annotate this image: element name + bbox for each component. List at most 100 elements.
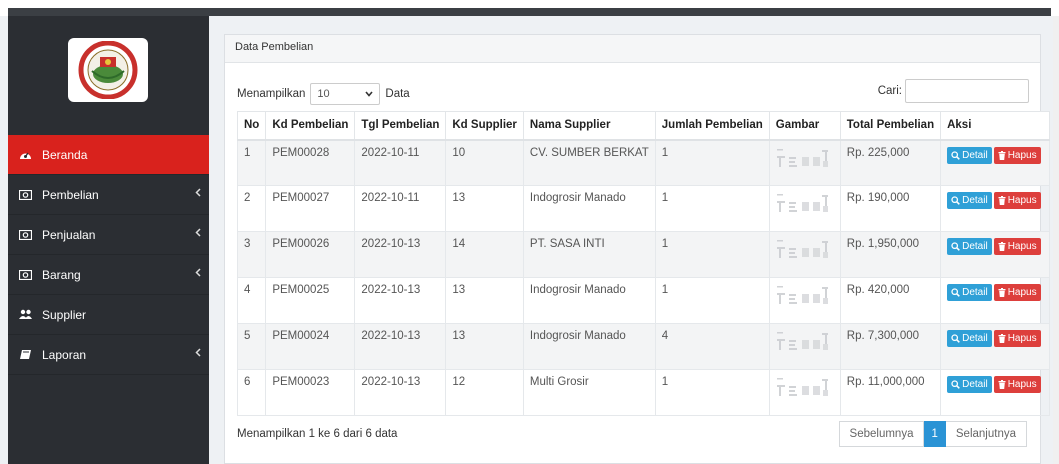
sidebar-item-label: Pembelian	[42, 187, 99, 202]
page-scrollbar[interactable]	[1053, 16, 1059, 464]
detail-button-label: Detail	[962, 287, 988, 298]
sidebar-item-beranda[interactable]: Beranda	[8, 135, 209, 175]
header-strip	[8, 8, 1051, 16]
delete-button[interactable]: Hapus	[993, 192, 1041, 209]
delete-button[interactable]: Hapus	[993, 146, 1041, 164]
detail-button-label: Detail	[962, 379, 988, 390]
delete-button-label: Hapus	[1007, 241, 1037, 252]
cell-nama: PT. SASA INTI	[522, 231, 656, 278]
cell-gambar	[768, 369, 841, 416]
sidebar: Beranda Pembelian Penjualan Barang Supplier L…	[8, 16, 209, 464]
cell-jumlah: 1	[654, 369, 770, 416]
table-row: 2 PEM00027 2022-10-11 13 Indogrosir Manado 1 R…	[236, 185, 1050, 232]
product-image-thumbnail[interactable]	[776, 238, 834, 264]
delete-button[interactable]: Hapus	[993, 376, 1041, 393]
delete-button[interactable]: Hapus	[993, 238, 1041, 255]
pagination-page-1[interactable]: 1	[924, 421, 946, 447]
cell-gambar	[768, 185, 841, 232]
logo-emblem	[78, 41, 138, 99]
column-header[interactable]: Total Pembelian	[839, 111, 942, 141]
sidebar-item-label: Penjualan	[42, 227, 96, 242]
cell-aksi: Detail Hapus	[940, 139, 1050, 186]
sidebar-item-penjualan[interactable]: Penjualan	[8, 215, 209, 255]
column-header[interactable]: Nama Supplier	[522, 111, 656, 141]
product-image-thumbnail[interactable]	[776, 147, 834, 173]
search-icon	[951, 150, 960, 160]
cell-kd: PEM00027	[265, 185, 356, 232]
cell-total: Rp. 1,950,000	[839, 231, 942, 278]
cell-gambar	[768, 139, 841, 186]
sidebar-item-supplier[interactable]: Supplier	[8, 295, 209, 335]
trash-icon	[998, 380, 1006, 389]
dashboard-icon	[18, 149, 32, 161]
cell-kd: PEM00024	[265, 323, 356, 370]
pagination-prev[interactable]: Sebelumnya	[838, 421, 925, 447]
detail-button-label: Detail	[962, 195, 988, 206]
sidebar-item-label: Laporan	[42, 347, 87, 362]
cell-jumlah: 4	[654, 323, 770, 370]
detail-button[interactable]: Detail	[947, 238, 992, 255]
cell-no: 1	[236, 139, 267, 186]
page-length-value: 10	[317, 88, 330, 100]
table-info: Menampilkan 1 ke 6 dari 6 data	[237, 428, 398, 440]
product-image-thumbnail[interactable]	[776, 376, 834, 402]
cell-total: Rp. 7,300,000	[839, 323, 942, 370]
column-header[interactable]: Tgl Pembelian	[354, 111, 447, 141]
search-control: Cari:	[878, 79, 1029, 103]
search-icon	[951, 334, 960, 343]
page-length-select[interactable]: 10	[310, 83, 381, 105]
sidebar-item-pembelian[interactable]: Pembelian	[8, 175, 209, 215]
cell-gambar	[768, 277, 841, 324]
table-row: 6 PEM00023 2022-10-13 12 Multi Grosir 1 Rp. 11…	[236, 369, 1050, 416]
detail-button[interactable]: Detail	[947, 284, 992, 301]
book-icon	[18, 349, 32, 361]
table-row: 1 PEM00028 2022-10-11 10 CV. SUMBER BERKAT 1 R…	[236, 139, 1050, 186]
cell-kd-supplier: 13	[445, 277, 524, 324]
delete-button[interactable]: Hapus	[993, 284, 1041, 301]
product-image-thumbnail[interactable]	[776, 284, 834, 310]
cell-total: Rp. 225,000	[839, 139, 942, 186]
pagination-next[interactable]: Selanjutnya	[945, 421, 1027, 447]
trash-icon	[998, 288, 1006, 297]
product-image-thumbnail[interactable]	[776, 192, 834, 218]
chevron-left-icon	[195, 348, 201, 360]
sidebar-item-label: Supplier	[42, 307, 87, 322]
cell-total: Rp. 11,000,000	[839, 369, 942, 416]
sidebar-item-barang[interactable]: Barang	[8, 255, 209, 295]
cell-tgl: 2022-10-11	[354, 139, 447, 186]
search-icon	[951, 242, 960, 251]
search-icon	[951, 288, 960, 297]
detail-button[interactable]: Detail	[947, 192, 992, 209]
table-row: 5 PEM00024 2022-10-13 13 Indogrosir Manado 4 R…	[236, 323, 1050, 370]
search-input[interactable]	[905, 79, 1029, 103]
cell-jumlah: 1	[654, 277, 770, 324]
cell-tgl: 2022-10-13	[354, 231, 447, 278]
detail-button[interactable]: Detail	[947, 376, 992, 393]
show-prefix-label: Menampilkan	[237, 88, 306, 100]
column-header[interactable]: No	[236, 111, 267, 141]
cell-aksi: Detail Hapus	[940, 369, 1050, 416]
sidebar-item-laporan[interactable]: Laporan	[8, 335, 209, 375]
column-header[interactable]: Kd Pembelian	[265, 111, 356, 141]
cell-kd: PEM00023	[265, 369, 356, 416]
table-body: 1 PEM00028 2022-10-11 10 CV. SUMBER BERKAT 1 R…	[236, 139, 1050, 416]
detail-button-label: Detail	[962, 333, 988, 344]
product-image-thumbnail[interactable]	[776, 330, 834, 356]
delete-button[interactable]: Hapus	[993, 330, 1041, 347]
column-header[interactable]: Kd Supplier	[445, 111, 524, 141]
money-icon	[18, 189, 32, 201]
column-header[interactable]: Gambar	[768, 111, 841, 141]
cell-no: 2	[236, 185, 267, 232]
detail-button-label: Detail	[962, 149, 988, 161]
detail-button[interactable]: Detail	[947, 330, 992, 347]
column-header[interactable]: Jumlah Pembelian	[654, 111, 770, 141]
cell-jumlah: 1	[654, 139, 770, 186]
cell-no: 6	[236, 369, 267, 416]
sidebar-item-label: Beranda	[42, 147, 88, 162]
column-header[interactable]: Aksi	[940, 111, 1050, 141]
table-row: 3 PEM00026 2022-10-13 14 PT. SASA INTI 1 Rp. 1…	[236, 231, 1050, 278]
sidebar-menu: Beranda Pembelian Penjualan Barang Supplier L…	[8, 135, 209, 375]
detail-button[interactable]: Detail	[947, 146, 992, 164]
table-header-row: No Kd Pembelian Tgl Pembelian Kd Supplier Na…	[236, 111, 1050, 141]
cell-kd: PEM00028	[265, 139, 356, 186]
